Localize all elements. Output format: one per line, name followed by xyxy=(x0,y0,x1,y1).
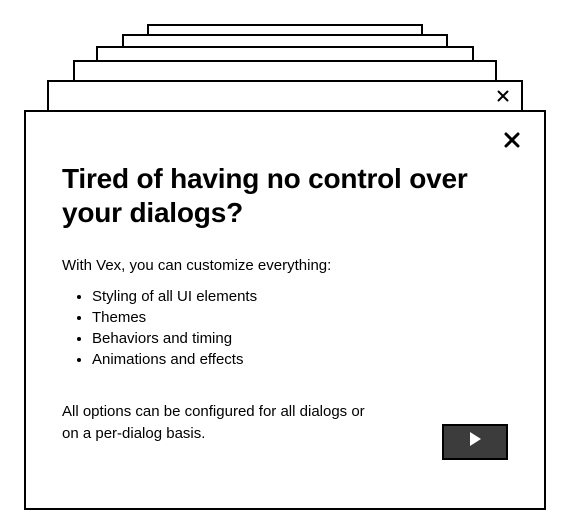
stage: Tired of having no control over your dia… xyxy=(0,0,570,526)
list-item: Animations and effects xyxy=(92,351,508,368)
list-item: Themes xyxy=(92,309,508,326)
list-item: Styling of all UI elements xyxy=(92,288,508,305)
list-item: Behaviors and timing xyxy=(92,330,508,347)
close-icon[interactable] xyxy=(497,90,509,102)
dialog-feature-list: Styling of all UI elements Themes Behavi… xyxy=(62,288,508,368)
close-icon[interactable] xyxy=(500,128,524,152)
dialog: Tired of having no control over your dia… xyxy=(24,110,546,510)
dialog-intro: With Vex, you can customize everything: xyxy=(62,257,508,274)
play-icon xyxy=(469,432,481,451)
dialog-footnote: All options can be configured for all di… xyxy=(62,401,382,445)
play-button[interactable] xyxy=(442,424,508,460)
dialog-footer: All options can be configured for all di… xyxy=(62,386,508,460)
dialog-title: Tired of having no control over your dia… xyxy=(62,162,508,229)
